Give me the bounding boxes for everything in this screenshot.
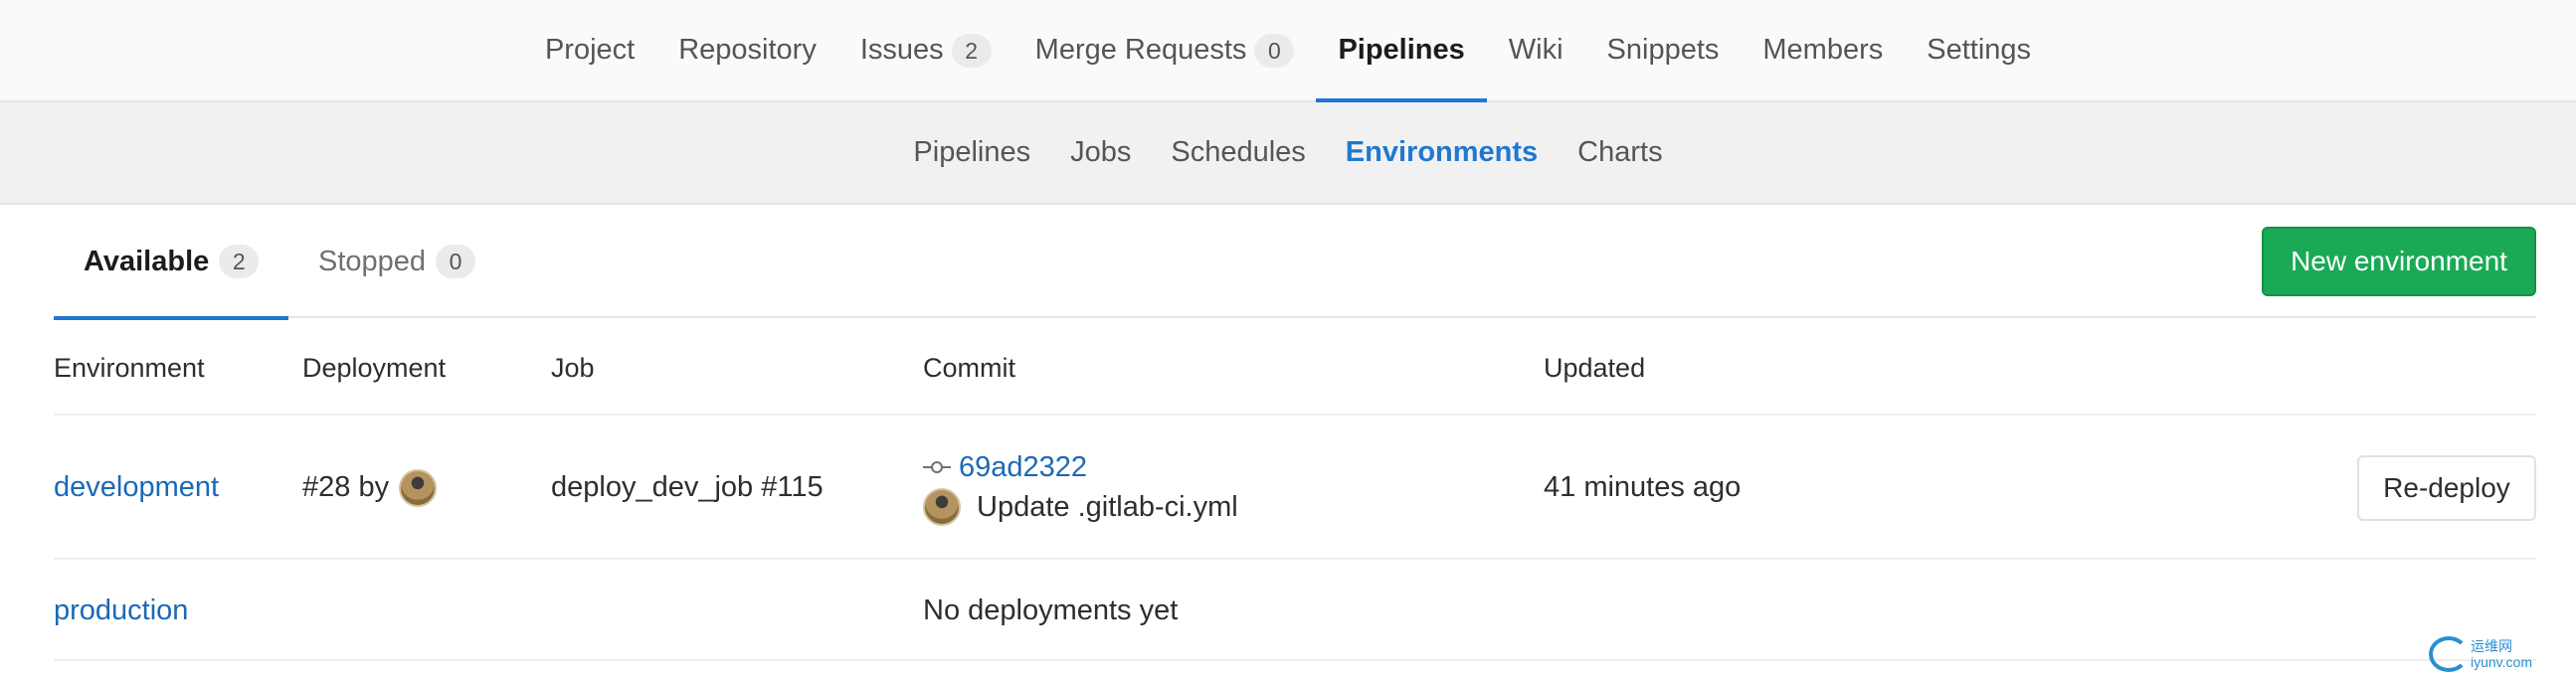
new-environment-button[interactable]: New environment: [2262, 227, 2536, 296]
nav-issues[interactable]: Issues 2: [858, 0, 994, 100]
deployment-cell: #28 by: [302, 416, 438, 560]
no-deployments-text: No deployments yet: [923, 594, 1179, 626]
table-row: development #28 by deploy_dev_job #115 6…: [54, 416, 2536, 560]
tab-available[interactable]: Available 2: [53, 205, 289, 320]
watermark-line2: iyunv.com: [2471, 654, 2532, 670]
project-nav: Project Repository Issues 2 Merge Request…: [0, 0, 2576, 102]
pipelines-sub-nav: Pipelines Jobs Schedules Environments Ch…: [0, 102, 2576, 205]
subnav-jobs[interactable]: Jobs: [1070, 136, 1131, 169]
header-environment: Environment: [54, 352, 205, 383]
subnav-charts[interactable]: Charts: [1577, 136, 1662, 169]
nav-wiki[interactable]: Wiki: [1507, 0, 1565, 100]
watermark-line1: 运维网: [2471, 638, 2512, 654]
nav-snippets[interactable]: Snippets: [1605, 0, 1722, 100]
subnav-environments[interactable]: Environments: [1346, 136, 1538, 169]
header-commit: Commit: [923, 352, 1015, 383]
commit-title-cell: Update .gitlab-ci.yml: [923, 487, 1238, 527]
available-count-badge: 2: [219, 245, 260, 278]
commit-sha-link[interactable]: 69ad2322: [959, 451, 1087, 484]
re-deploy-button[interactable]: Re-deploy: [2357, 455, 2536, 521]
header-updated: Updated: [1544, 352, 1646, 383]
issues-count-badge: 2: [951, 33, 992, 68]
commit-author-avatar[interactable]: [923, 488, 961, 526]
job-link[interactable]: deploy_dev_job #115: [551, 416, 824, 560]
subnav-pipelines[interactable]: Pipelines: [913, 136, 1030, 169]
environment-link[interactable]: development: [54, 416, 219, 560]
nav-merge-requests[interactable]: Merge Requests 0: [1033, 0, 1297, 100]
deployment-id: #28 by: [302, 471, 390, 503]
watermark-swirl-icon: [2429, 636, 2469, 672]
nav-members[interactable]: Members: [1760, 0, 1885, 100]
environment-link[interactable]: production: [54, 560, 188, 661]
stopped-count-badge: 0: [436, 245, 476, 278]
commit-icon: [923, 460, 951, 474]
subnav-schedules[interactable]: Schedules: [1171, 136, 1305, 169]
deployer-avatar[interactable]: [399, 468, 438, 507]
header-deployment: Deployment: [302, 352, 447, 383]
header-job: Job: [551, 352, 595, 383]
nav-repository[interactable]: Repository: [676, 0, 819, 100]
project-nav-items: Project Repository Issues 2 Merge Request…: [0, 0, 2576, 102]
nav-project[interactable]: Project: [543, 0, 637, 100]
nav-pipelines[interactable]: Pipelines: [1316, 0, 1488, 102]
nav-settings[interactable]: Settings: [1925, 0, 2033, 100]
commit-title-link[interactable]: Update .gitlab-ci.yml: [977, 491, 1238, 524]
environment-scope-tabs: Available 2 Stopped 0: [53, 205, 2536, 320]
environments-table-header: Environment Deployment Job Commit Update…: [54, 320, 2536, 416]
table-row: production No deployments yet: [54, 560, 2536, 661]
commit-sha-cell: 69ad2322: [923, 449, 1087, 485]
tab-stopped[interactable]: Stopped 0: [318, 205, 476, 318]
watermark-logo: 运维网 iyunv.com: [2427, 632, 2546, 676]
merge-requests-count-badge: 0: [1254, 33, 1295, 68]
updated-time: 41 minutes ago: [1544, 471, 1742, 503]
